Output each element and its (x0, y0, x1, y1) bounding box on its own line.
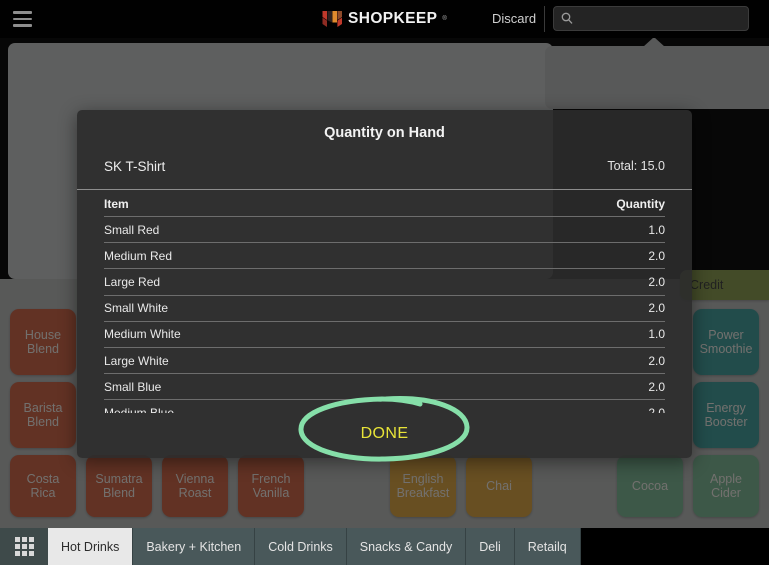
tab-label: Snacks & Candy (359, 539, 453, 554)
modal-item-name: SK T-Shirt (104, 158, 166, 174)
table-row[interactable]: Large Red 2.0 (104, 269, 665, 296)
table-header: Item Quantity (104, 191, 665, 217)
table-row[interactable]: Large White 2.0 (104, 348, 665, 375)
quantity-table-body: Small Red 1.0 Medium Red 2.0 Large Red 2.0 Sma… (104, 217, 665, 413)
row-quantity-value: 2.0 (648, 379, 665, 394)
modal-total-label: Total: 15.0 (607, 159, 665, 173)
tab-cold-drinks[interactable]: Cold Drinks (255, 528, 347, 565)
modal-divider (77, 189, 692, 190)
done-button[interactable]: DONE (77, 410, 692, 458)
row-item-label: Large Red (104, 274, 161, 289)
row-item-label: Small White (104, 301, 169, 316)
row-quantity-value: 2.0 (648, 248, 665, 263)
shopkeep-logo: SHOPKEEP ® (322, 8, 447, 30)
modal-subheader: SK T-Shirt Total: 15.0 (104, 155, 665, 177)
table-row[interactable]: Small White 2.0 (104, 296, 665, 322)
row-item-label: Small Red (104, 222, 160, 237)
quantity-on-hand-modal: Quantity on Hand SK T-Shirt Total: 15.0 … (77, 110, 692, 458)
tab-label: Retailq (527, 539, 567, 554)
tab-label: Cold Drinks (268, 539, 333, 554)
row-item-label: Medium White (104, 327, 181, 342)
category-tab-bar: Hot Drinks Bakery + Kitchen Cold Drinks Sna… (0, 528, 769, 565)
row-quantity-value: 2.0 (648, 274, 665, 289)
row-item-label: Small Blue (104, 379, 162, 394)
row-item-label: Medium Red (104, 248, 173, 263)
done-label: DONE (360, 425, 409, 442)
tab-hot-drinks[interactable]: Hot Drinks (48, 528, 134, 565)
grid-icon (14, 537, 34, 556)
brand-name: SHOPKEEP (348, 10, 438, 27)
table-row[interactable]: Medium Red 2.0 (104, 243, 665, 270)
column-header-item: Item (104, 196, 129, 211)
column-header-quantity: Quantity (616, 196, 665, 211)
tab-label: Hot Drinks (61, 539, 120, 554)
brand-registered-mark: ® (442, 16, 447, 22)
row-quantity-value: 2.0 (648, 301, 665, 316)
row-quantity-value: 1.0 (648, 222, 665, 237)
row-quantity-value: 2.0 (648, 353, 665, 368)
table-row[interactable]: Medium White 1.0 (104, 322, 665, 348)
tab-deli[interactable]: Deli (466, 528, 515, 565)
topbar-divider (544, 6, 545, 32)
search-field[interactable] (553, 6, 749, 31)
shopkeep-mark-icon (322, 11, 342, 27)
discard-button[interactable]: Discard (492, 11, 536, 26)
tab-snacks-candy[interactable]: Snacks & Candy (346, 528, 467, 565)
search-icon (561, 12, 573, 24)
row-quantity-value: 1.0 (648, 327, 665, 342)
table-row[interactable]: Small Red 1.0 (104, 217, 665, 244)
tab-bakery-kitchen[interactable]: Bakery + Kitchen (133, 528, 256, 565)
tab-retailq[interactable]: Retailq (514, 528, 581, 565)
search-input[interactable] (580, 7, 745, 30)
top-navigation-bar: SHOPKEEP ® Discard (0, 0, 769, 38)
tabbar-filler (580, 528, 769, 565)
shopkeep-register-screen: House BlendBarista BlendCosta RicaSumatr… (0, 0, 769, 565)
hamburger-menu-icon[interactable] (13, 11, 32, 27)
row-item-label: Large White (104, 353, 169, 368)
tab-label: Bakery + Kitchen (146, 539, 242, 554)
grid-view-button[interactable] (0, 528, 48, 565)
table-row[interactable]: Small Blue 2.0 (104, 374, 665, 401)
tab-label: Deli (479, 539, 501, 554)
modal-title: Quantity on Hand (324, 125, 445, 141)
